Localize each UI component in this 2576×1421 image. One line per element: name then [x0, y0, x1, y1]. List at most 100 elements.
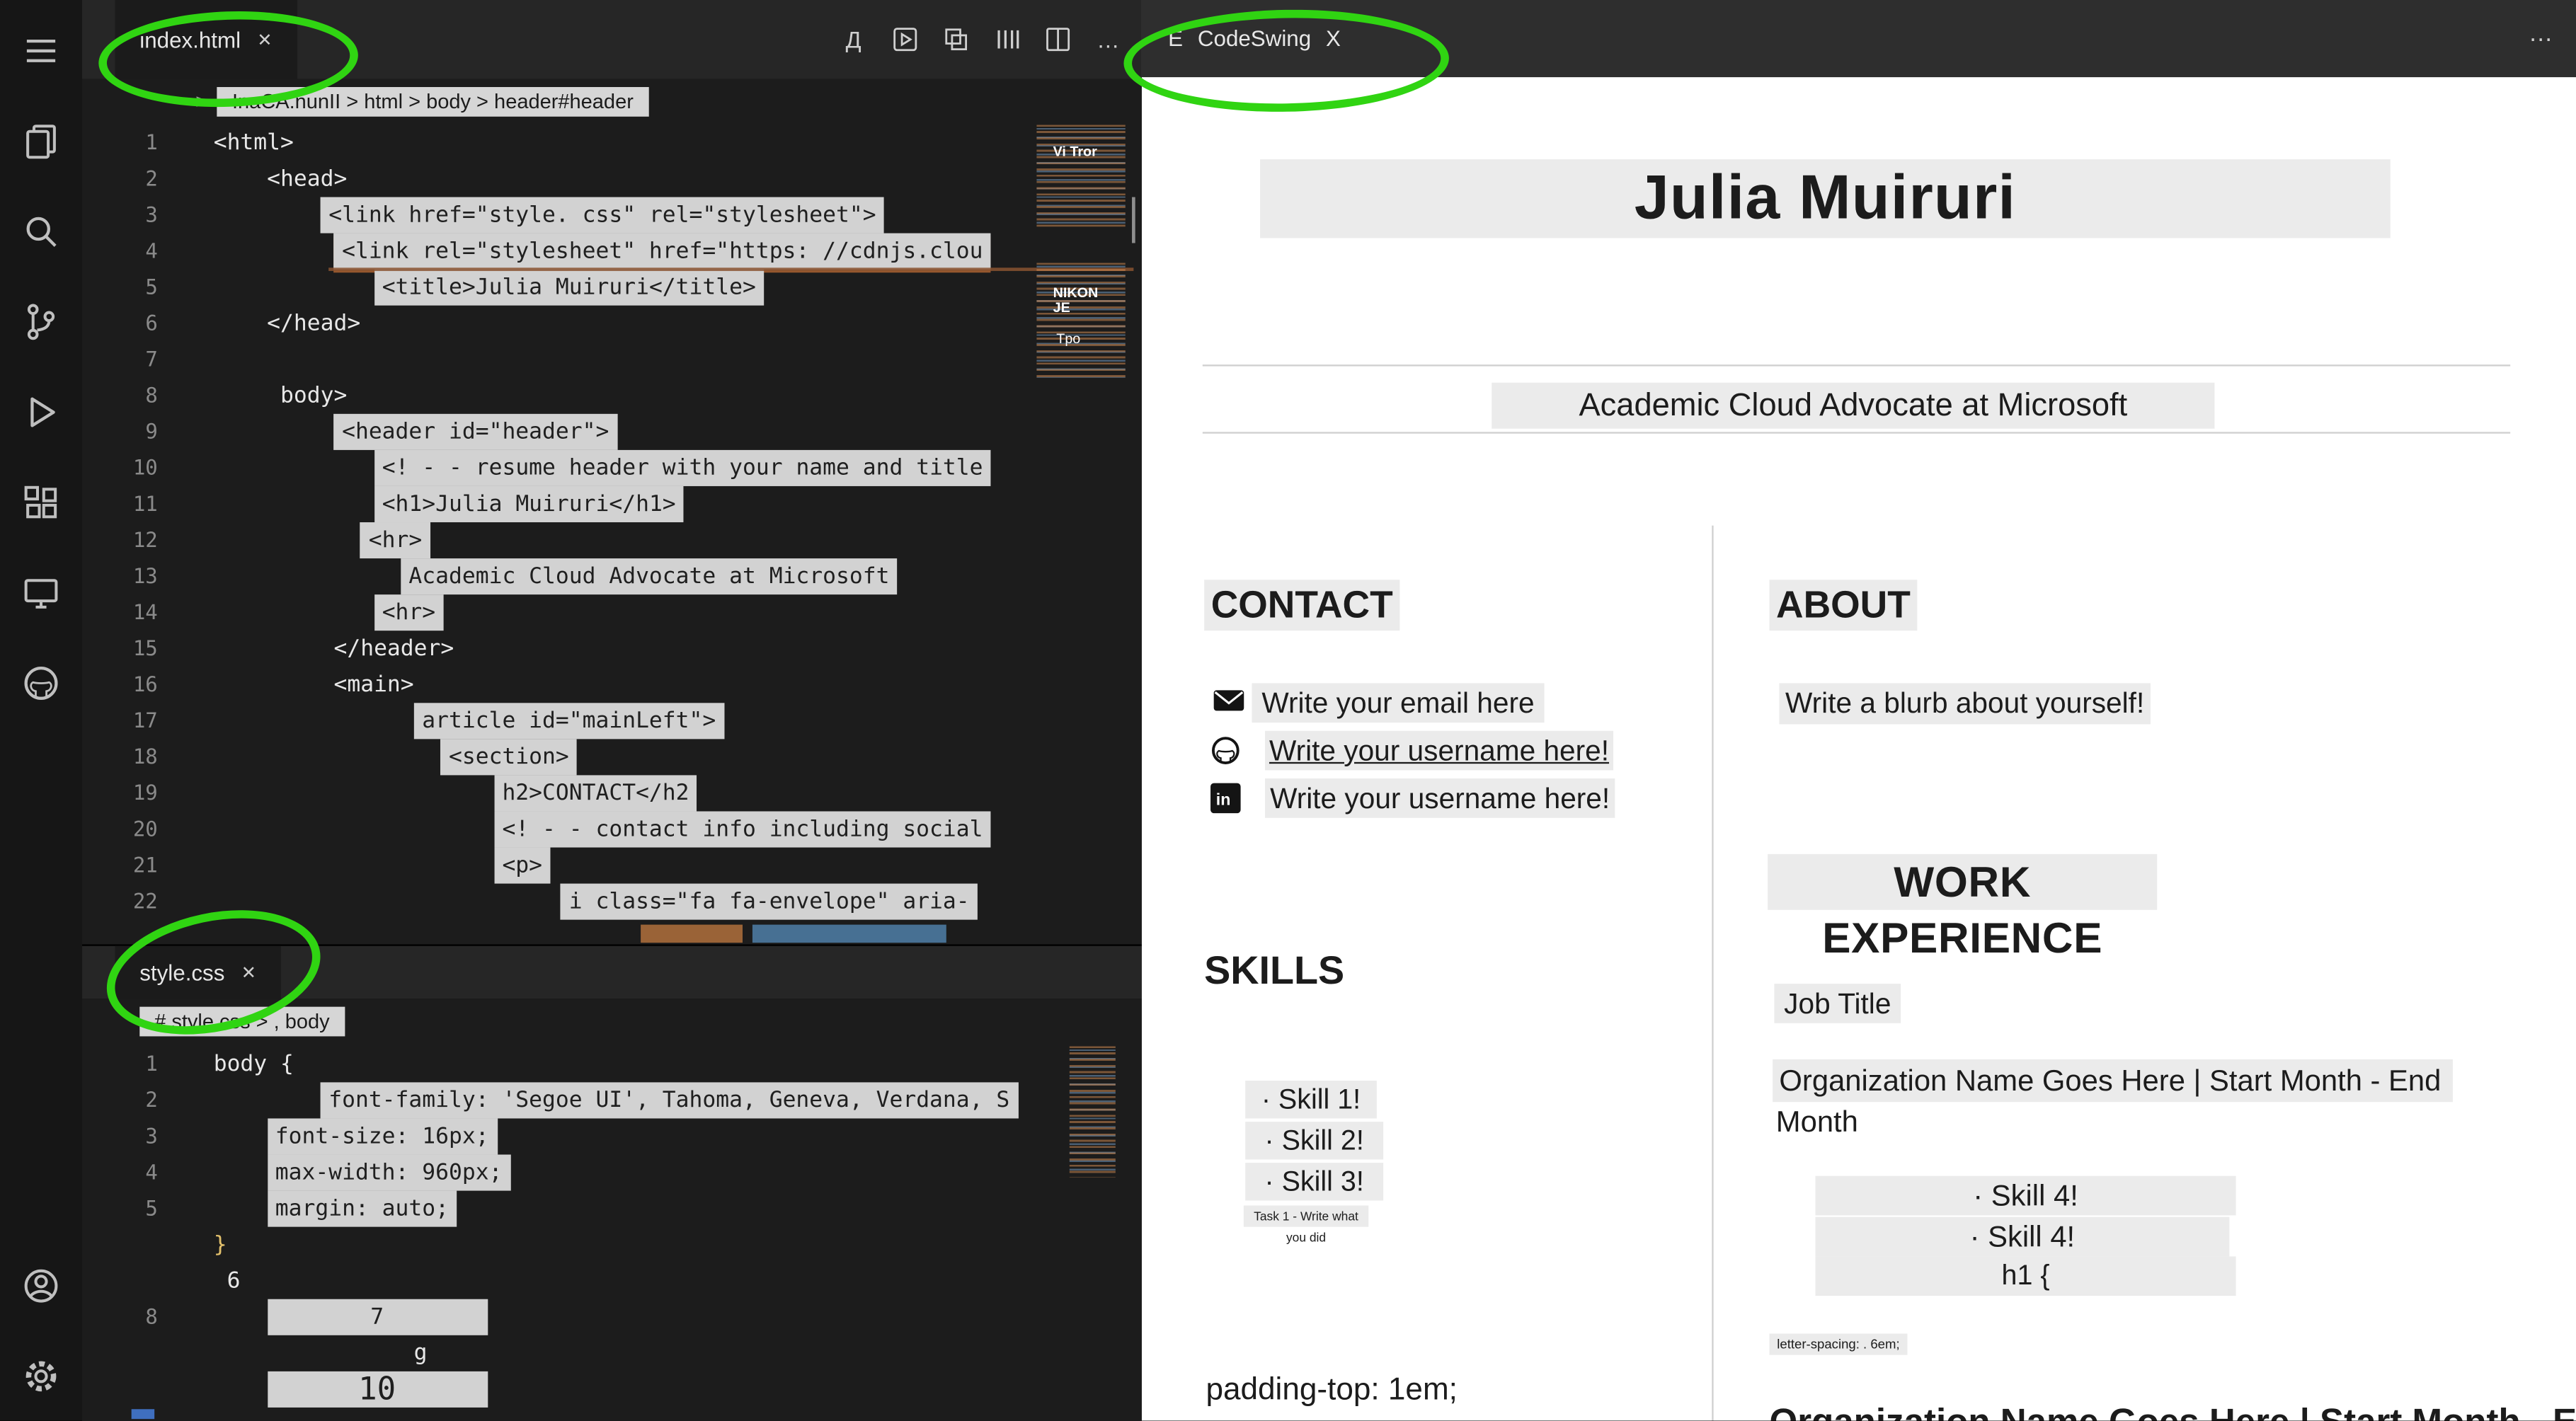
code-line[interactable]: 11 <h1>Julia Muiruri</h1> [82, 485, 1142, 523]
editor-index-html: index.html ✕ Д … > InaCA.nunII > html > … [82, 0, 1142, 945]
about-text: Write a blurb about yourself! [1779, 683, 2151, 725]
skill-item: · Skill 3! [1245, 1163, 1384, 1201]
code-line[interactable]: 14 <hr> [82, 594, 1142, 631]
line-number: 11 [132, 490, 158, 516]
code-line[interactable]: 4 <link rel="stylesheet" href="https: //… [82, 233, 1142, 270]
code-line[interactable]: 5 margin: auto; [82, 1190, 1142, 1227]
line-number: 8 [145, 1304, 158, 1329]
tab-codeswing[interactable]: E CodeSwing X [1168, 26, 1341, 51]
source-control-icon[interactable] [20, 301, 62, 343]
breadcrumb-chevron: > [195, 89, 208, 113]
codeswing-icon: E [1168, 26, 1184, 51]
line-number: 1 [145, 130, 158, 155]
code-line[interactable]: 7 [82, 342, 1142, 378]
error-underline [328, 267, 1134, 271]
code-line[interactable]: 5 <title>Julia Muiruri</title> [82, 269, 1142, 306]
editor-columns-icon[interactable] [992, 25, 1020, 53]
code-line[interactable]: 6 [82, 1263, 1142, 1299]
settings-gear-icon[interactable] [20, 1355, 62, 1398]
minimap-code-block [1036, 125, 1126, 227]
css-editor-tabbar: style.css ✕ [82, 945, 1142, 999]
minimap[interactable] [1066, 1046, 1126, 1197]
code-line[interactable]: 2 font-family: 'Segoe UI', Tahoma, Genev… [82, 1082, 1142, 1119]
line-number: 16 [132, 672, 158, 697]
tab-codeswing-close-icon[interactable]: X [1326, 26, 1341, 51]
html-code-area[interactable]: 1 <html> 2 <head> 3 <link href="style. c… [82, 125, 1142, 944]
account-icon[interactable] [20, 1265, 62, 1307]
code-line[interactable]: 18 <section> [82, 739, 1142, 776]
line-number: 18 [132, 744, 158, 769]
cyrillic-d-glyph-icon[interactable]: Д [840, 25, 867, 53]
code-line[interactable]: 19 h2>CONTACT</h2 [82, 775, 1142, 812]
menu-icon[interactable] [20, 30, 62, 72]
line-number: 2 [145, 166, 158, 191]
code-line[interactable]: 10 [82, 1371, 1142, 1408]
code-line[interactable]: 3 font-size: 16px; [82, 1118, 1142, 1155]
gutter-artifact [131, 1409, 155, 1420]
divider [1202, 432, 2511, 434]
svg-text:in: in [1216, 790, 1231, 809]
line-number: 21 [132, 852, 158, 878]
search-icon[interactable] [20, 210, 62, 253]
extensions-icon[interactable] [20, 481, 62, 524]
line-number: 7 [145, 346, 158, 372]
contact-github-link[interactable]: Write your username here! [1265, 730, 1614, 771]
github-icon[interactable] [20, 662, 62, 704]
code-line[interactable]: 20 <! - - contact info including social [82, 811, 1142, 848]
code-line[interactable]: 17 article id="mainLeft"> [82, 703, 1142, 740]
more-actions-icon[interactable]: … [2529, 20, 2553, 47]
line-number: 8 [145, 382, 158, 408]
about-heading: ABOUT [1769, 580, 1918, 631]
split-editor-icon[interactable] [1043, 25, 1071, 53]
code-line[interactable]: 12 <hr> [82, 522, 1142, 559]
css-leak-text: padding-top: 1em; [1206, 1373, 1458, 1408]
tab-index-html[interactable]: index.html ✕ [115, 0, 297, 79]
more-actions-icon[interactable]: … [1094, 25, 1122, 53]
skill-item: · Skill 2! [1245, 1122, 1384, 1160]
line-number: 22 [132, 888, 158, 914]
code-line[interactable]: 16 <main> [82, 667, 1142, 703]
code-line[interactable]: 8 7 [82, 1299, 1142, 1335]
breadcrumb-path: # style.css > , body [139, 1006, 345, 1036]
resume-name-heading: Julia Muiruri [1260, 159, 2391, 238]
code-line[interactable]: } [82, 1227, 1142, 1263]
organization-line: Organization Name Goes Here | Start Mont… [1773, 1059, 2453, 1103]
line-number: 3 [145, 1123, 158, 1149]
code-line[interactable]: 2 <head> [82, 161, 1142, 197]
code-line[interactable]: 10 <! - - resume header with your name a… [82, 449, 1142, 486]
breadcrumb[interactable]: # style.css > , body [82, 999, 1142, 1043]
css-code-area[interactable]: 1 body { 2 font-family: 'Segoe UI', Taho… [82, 1046, 1142, 1421]
tab-style-css-close-icon[interactable]: ✕ [241, 962, 256, 983]
minimap[interactable]: Vi Tror NIKON JE Tpo [1034, 125, 1135, 387]
code-line[interactable]: 9 <header id="header"> [82, 413, 1142, 450]
code-line[interactable]: 1 body { [82, 1046, 1142, 1082]
explorer-icon[interactable] [20, 120, 62, 162]
code-line[interactable]: 6 </head> [82, 306, 1142, 342]
code-line[interactable]: 4 max-width: 960px; [82, 1154, 1142, 1191]
line-number: 3 [145, 202, 158, 227]
code-line[interactable]: 13 Academic Cloud Advocate at Microsoft [82, 558, 1142, 595]
code-line[interactable]: 3 <link href="style. css" rel="styleshee… [82, 197, 1142, 234]
remote-explorer-icon[interactable] [20, 572, 62, 614]
skill-item: · Skill 1! [1245, 1081, 1377, 1119]
tab-style-css[interactable]: style.css ✕ [115, 945, 281, 999]
editor-group: index.html ✕ Д … > InaCA.nunII > html > … [82, 0, 1142, 1421]
run-and-debug-icon[interactable] [20, 391, 62, 433]
code-line[interactable]: 1 <html> [82, 125, 1142, 161]
breadcrumb[interactable]: > InaCA.nunII > html > body > header#hea… [82, 79, 1142, 124]
code-line[interactable]: 21 <p> [82, 847, 1142, 884]
code-line[interactable]: 15 </header> [82, 631, 1142, 667]
code-line[interactable]: 22 i class="fa fa-envelope" aria- [82, 883, 1142, 920]
skill-item: · Skill 4! [1815, 1216, 2230, 1257]
linkedin-icon: in [1209, 782, 1242, 815]
work-experience-heading: WORK EXPERIENCE [1768, 853, 2158, 962]
contact-linkedin-link[interactable]: Write your username here! [1265, 778, 1615, 818]
scrollbar-thumb[interactable] [1130, 197, 1135, 243]
contact-email-link[interactable]: Write your email here [1252, 683, 1545, 723]
code-line[interactable]: g [82, 1335, 1142, 1371]
line-number: 2 [145, 1087, 158, 1112]
code-line[interactable]: 8 body> [82, 378, 1142, 414]
tab-index-html-close-icon[interactable]: ✕ [257, 29, 272, 50]
run-preview-icon[interactable] [891, 25, 918, 53]
compare-changes-icon[interactable] [941, 25, 969, 53]
